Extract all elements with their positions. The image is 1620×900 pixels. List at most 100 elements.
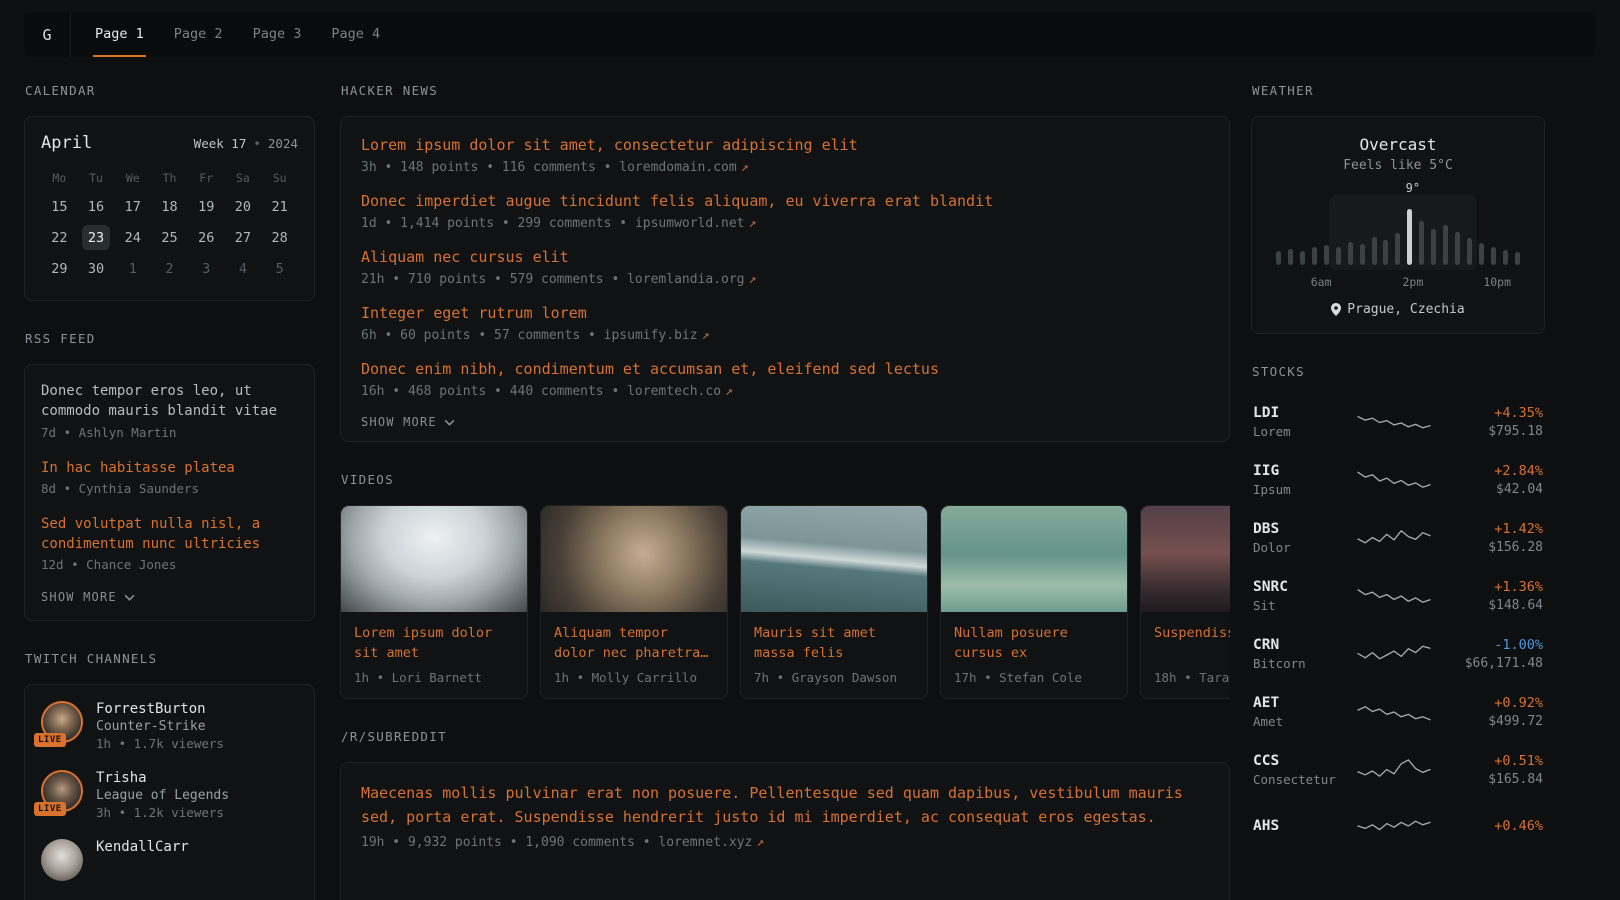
weather-bars (1274, 203, 1522, 265)
video-card[interactable]: Aliquam tempor dolor nec pharetra… 1h • … (540, 505, 728, 699)
rss-item-title[interactable]: Donec tempor eros leo, ut commodo mauris… (41, 381, 298, 422)
channel-meta: 1h • 1.7k viewers (96, 736, 224, 751)
calendar-day: 22 (41, 222, 78, 253)
channel-info: ForrestBurton Counter-Strike 1h • 1.7k v… (96, 701, 224, 751)
stock-change: +1.42% (1439, 521, 1543, 537)
calendar-day-number: 1 (119, 256, 147, 281)
weather-chart: 9° (1274, 203, 1522, 265)
hn-item-domain[interactable]: ipsumworld.net (635, 216, 745, 231)
hn-item-meta: 1d • 1,414 points • 299 comments • ipsum… (361, 216, 1209, 231)
subreddit-post-domain[interactable]: loremnet.xyz (658, 835, 752, 850)
calendar-day: 20 (225, 191, 262, 222)
video-meta: 18h • Tara (1154, 670, 1230, 685)
video-thumbnail (741, 506, 927, 612)
external-link-icon: ↗ (725, 384, 733, 399)
hacker-news-card: Lorem ipsum dolor sit amet, consectetur … (340, 116, 1230, 442)
channel-info: KendallCarr (96, 839, 189, 855)
middle-column: HACKER NEWS Lorem ipsum dolor sit amet, … (340, 78, 1230, 900)
stock-identity: CCS Consectetur (1253, 753, 1349, 787)
calendar-section-title: CALENDAR (25, 83, 315, 98)
header-tab[interactable]: Page 3 (251, 12, 304, 57)
hn-item-title[interactable]: Lorem ipsum dolor sit amet, consectetur … (361, 135, 1209, 156)
stock-row[interactable]: DBS Dolor +1.42% $156.28 (1251, 509, 1545, 567)
logo[interactable]: G (24, 12, 71, 57)
twitch-channel[interactable]: LIVE ForrestBurton Counter-Strike 1h • 1… (41, 701, 298, 751)
chevron-down-icon (444, 419, 455, 426)
calendar-weekday: Th (151, 167, 188, 189)
weather-bar (1503, 250, 1508, 265)
calendar-day: 25 (151, 222, 188, 253)
rss-item-title[interactable]: Sed volutpat nulla nisl, a condimentum n… (41, 514, 298, 555)
stock-symbol: CCS (1253, 753, 1349, 769)
stock-symbol: AHS (1253, 818, 1349, 834)
stock-sparkline (1357, 811, 1431, 841)
calendar-card: April Week 17•2024 MoTuWeThFrSaSu 15 16 … (24, 116, 315, 301)
stock-row[interactable]: LDI Lorem +4.35% $795.18 (1251, 393, 1545, 451)
header-tab[interactable]: Page 4 (329, 12, 382, 57)
hn-show-more-button[interactable]: SHOW MORE (361, 415, 455, 429)
hn-item-domain[interactable]: loremdomain.com (619, 160, 736, 175)
calendar-month: April (41, 133, 92, 153)
hn-item-domain[interactable]: loremtech.co (627, 384, 721, 399)
stock-values: +2.84% $42.04 (1439, 463, 1543, 497)
video-body: Mauris sit amet massa felis 7h • Grayson… (741, 612, 927, 698)
calendar-day: 16 (78, 191, 115, 222)
stock-row[interactable]: SNRC Sit +1.36% $148.64 (1251, 567, 1545, 625)
video-body: Nullam posuere cursus ex 17h • Stefan Co… (941, 612, 1127, 698)
calendar-weekday: Sa (225, 167, 262, 189)
stock-row[interactable]: IIG Ipsum +2.84% $42.04 (1251, 451, 1545, 509)
video-title: Nullam posuere cursus ex (954, 623, 1114, 664)
calendar-day: 17 (114, 191, 151, 222)
video-body: Lorem ipsum dolor sit amet consectetu… 1… (341, 612, 527, 698)
stock-row[interactable]: CRN Bitcorn -1.00% $66,171.48 (1251, 625, 1545, 683)
twitch-channel[interactable]: LIVE Trisha League of Legends 3h • 1.2k … (41, 770, 298, 820)
hn-item-title[interactable]: Integer eget rutrum lorem (361, 303, 1209, 324)
calendar-day: 18 (151, 191, 188, 222)
stock-row[interactable]: AHS +0.46% (1251, 799, 1545, 853)
stock-name: Dolor (1253, 540, 1349, 555)
stock-row[interactable]: AET Amet +0.92% $499.72 (1251, 683, 1545, 741)
calendar-day: 15 (41, 191, 78, 222)
video-card[interactable]: Nullam posuere cursus ex 17h • Stefan Co… (940, 505, 1128, 699)
stock-name: Sit (1253, 598, 1349, 613)
calendar-day-number: 16 (82, 194, 110, 219)
rss-item-meta: 12d • Chance Jones (41, 557, 298, 572)
weather-time-label: 10pm (1483, 275, 1511, 289)
rss-item-title[interactable]: In hac habitasse platea (41, 458, 298, 478)
hn-item-domain[interactable]: ipsumify.biz (604, 328, 698, 343)
stock-symbol: AET (1253, 695, 1349, 711)
calendar-day: 2 (151, 253, 188, 284)
stock-row[interactable]: CCS Consectetur +0.51% $165.84 (1251, 741, 1545, 799)
weather-bar (1515, 252, 1520, 265)
calendar-day-number: 19 (192, 194, 220, 219)
video-card[interactable]: Suspendisse diam 18h • Tara (1140, 505, 1230, 699)
rss-show-more-button[interactable]: SHOW MORE (41, 590, 135, 604)
subreddit-post-title[interactable]: Maecenas mollis pulvinar erat non posuer… (361, 781, 1209, 829)
channel-name: Trisha (96, 770, 229, 786)
video-card[interactable]: Lorem ipsum dolor sit amet consectetu… 1… (340, 505, 528, 699)
twitch-widget: TWITCH CHANNELS LIVE ForrestBurton Count… (24, 651, 315, 900)
header-tab[interactable]: Page 2 (172, 12, 225, 57)
hn-item-domain[interactable]: loremlandia.org (627, 272, 744, 287)
calendar-grid: 15 16 17 18 19 20 21 (41, 191, 298, 284)
weather-bar (1336, 247, 1341, 265)
calendar-day: 23 (78, 222, 115, 253)
calendar-weekday: Su (261, 167, 298, 189)
location-pin-icon (1331, 303, 1341, 316)
calendar-week-year: Week 17•2024 (194, 136, 298, 151)
stock-values: +1.36% $148.64 (1439, 579, 1543, 613)
hn-item-title[interactable]: Aliquam nec cursus elit (361, 247, 1209, 268)
tab-label: Page 4 (331, 26, 380, 42)
video-thumbnail (541, 506, 727, 612)
calendar-weekday: Tu (78, 167, 115, 189)
hn-item-title[interactable]: Donec imperdiet augue tincidunt felis al… (361, 191, 1209, 212)
hn-item-stats: 16h • 468 points • 440 comments • (361, 384, 627, 399)
stock-name: Amet (1253, 714, 1349, 729)
header-tab[interactable]: Page 1 (93, 12, 146, 57)
tab-label: Page 3 (253, 26, 302, 42)
video-body: Aliquam tempor dolor nec pharetra… 1h • … (541, 612, 727, 698)
video-card[interactable]: Mauris sit amet massa felis 7h • Grayson… (740, 505, 928, 699)
hn-item-title[interactable]: Donec enim nibh, condimentum et accumsan… (361, 359, 1209, 380)
twitch-channel[interactable]: KendallCarr (41, 839, 298, 881)
external-link-icon: ↗ (756, 835, 764, 850)
